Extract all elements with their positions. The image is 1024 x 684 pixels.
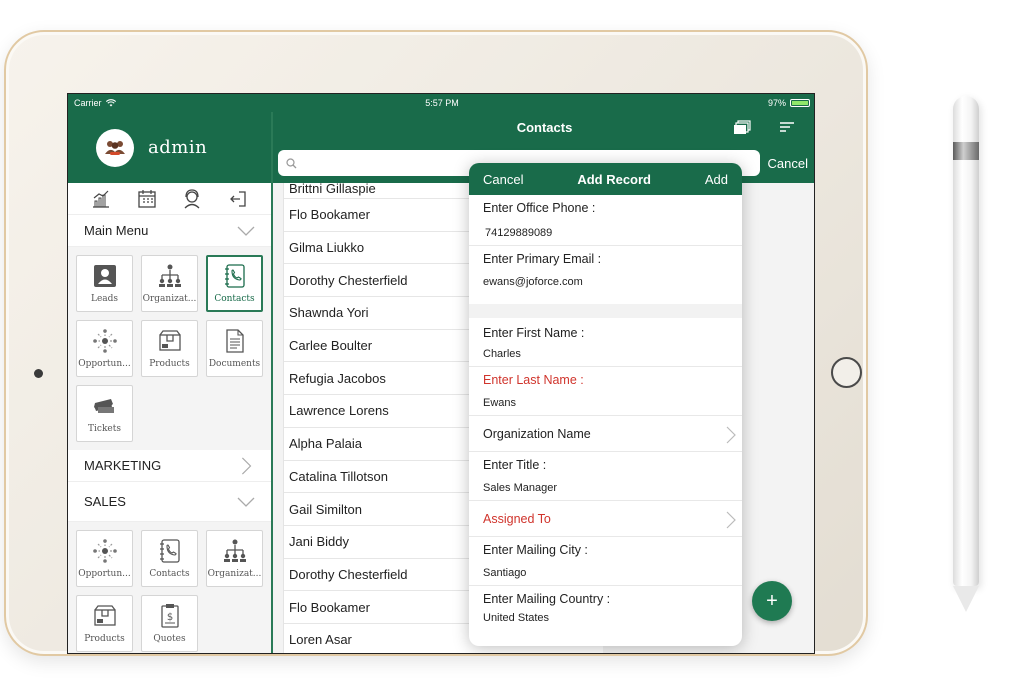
modal-add-button[interactable]: Add [705, 172, 728, 187]
modal-title: Add Record [577, 171, 651, 187]
mailing-city-field[interactable]: Enter Mailing City : Santiago [469, 537, 742, 586]
org-chart-icon [158, 264, 181, 287]
quotes-icon: $ [160, 604, 179, 628]
opportunity-icon [92, 329, 117, 353]
mailing-city-label: Enter Mailing City : [483, 543, 588, 557]
main-menu-label: Main Menu [84, 223, 149, 238]
last-name-field[interactable]: Enter Last Name : Ewans [469, 367, 742, 416]
organization-name-label: Organization Name [483, 426, 591, 441]
logout-icon[interactable] [228, 189, 248, 209]
battery-percent: 97% [767, 98, 786, 108]
tile-opportunities[interactable]: Opportun... [76, 320, 133, 377]
calendar-icon[interactable] [137, 189, 157, 209]
camera [34, 369, 43, 378]
primary-email-label: Enter Primary Email : [483, 252, 602, 266]
cards-icon[interactable] [733, 118, 751, 136]
sort-icon[interactable] [778, 118, 796, 136]
home-button[interactable] [831, 357, 862, 388]
modal-header: Cancel Add Record Add [469, 163, 742, 195]
title-label: Enter Title : [483, 458, 547, 472]
tile-sales-products[interactable]: Products [76, 595, 133, 652]
ipad-screen: Carrier 5:57 PM 97% admin Main Menu Lead… [67, 93, 815, 654]
opportunity-icon [92, 539, 117, 563]
sales-label: SALES [84, 494, 126, 509]
quick-actions [68, 183, 271, 215]
first-name-field[interactable]: Enter First Name : Charles [469, 318, 742, 367]
modal-cancel-button[interactable]: Cancel [483, 172, 523, 187]
search-icon [286, 157, 297, 168]
tile-sales-organizations[interactable]: Organizat... [206, 530, 263, 587]
org-chart-icon [223, 539, 246, 562]
search-cancel-button[interactable]: Cancel [768, 156, 808, 171]
wifi-icon [105, 99, 116, 107]
stylus-band [953, 142, 979, 160]
status-bar: Carrier 5:57 PM 97% [68, 94, 814, 112]
ipad-frame: Carrier 5:57 PM 97% admin Main Menu Lead… [4, 30, 868, 656]
title-field[interactable]: Enter Title : Sales Manager [469, 452, 742, 501]
main-menu-header[interactable]: Main Menu [68, 215, 271, 247]
tile-leads[interactable]: Leads [76, 255, 133, 312]
carrier-label: Carrier [74, 98, 102, 108]
tile-sales-contacts[interactable]: Contacts [141, 530, 198, 587]
add-fab-button[interactable]: + [752, 581, 792, 621]
tickets-icon [93, 399, 114, 413]
add-record-modal: Cancel Add Record Add Enter Office Phone… [469, 163, 742, 646]
sidebar: admin Main Menu Leads Organizat... Conta… [68, 112, 273, 653]
contacts-icon [224, 264, 245, 288]
products-icon [158, 330, 181, 351]
last-name-label: Enter Last Name : [483, 373, 584, 387]
tile-contacts[interactable]: Contacts [206, 255, 263, 312]
battery-icon [790, 99, 810, 107]
primary-email-value[interactable]: ewans@joforce.com [483, 276, 728, 288]
assigned-to-label: Assigned To [483, 511, 551, 526]
chevron-right-icon [726, 426, 736, 444]
marketing-label: MARKETING [84, 458, 162, 473]
chevron-right-icon [241, 456, 252, 475]
chevron-down-icon [237, 497, 255, 507]
mailing-country-label: Enter Mailing Country : [483, 592, 611, 606]
avatar[interactable] [96, 128, 134, 167]
documents-icon [225, 329, 244, 353]
tile-products[interactable]: Products [141, 320, 198, 377]
last-name-value[interactable]: Ewans [483, 397, 728, 409]
lead-icon [93, 265, 116, 287]
chart-icon[interactable] [91, 189, 111, 209]
organization-name-field[interactable]: Organization Name [469, 416, 742, 452]
first-name-value[interactable]: Charles [483, 348, 728, 360]
marketing-section[interactable]: MARKETING [68, 450, 271, 482]
stylus-tip [953, 586, 979, 612]
office-phone-value[interactable]: 74129889089 [483, 227, 728, 239]
tile-tickets[interactable]: Tickets [76, 385, 133, 442]
sales-section[interactable]: SALES [68, 482, 271, 522]
support-icon[interactable] [182, 188, 202, 209]
main-menu-grid: Leads Organizat... Contacts Opportun... … [68, 247, 271, 450]
first-name-label: Enter First Name : [483, 326, 585, 340]
tile-organizations[interactable]: Organizat... [141, 255, 198, 312]
svg-text:$: $ [166, 612, 172, 623]
mailing-country-value[interactable]: United States [483, 612, 728, 624]
tile-documents[interactable]: Documents [206, 320, 263, 377]
user-group-icon [105, 140, 125, 155]
primary-email-field[interactable]: Enter Primary Email : ewans@joforce.com [469, 246, 742, 304]
products-icon [93, 605, 116, 626]
sales-grid: Opportun... Contacts Organizat... Produc… [68, 522, 271, 653]
mailing-city-value[interactable]: Santiago [483, 567, 728, 579]
title-value[interactable]: Sales Manager [483, 482, 728, 494]
mailing-country-field[interactable]: Enter Mailing Country : United States [469, 586, 742, 630]
contacts-icon [159, 539, 180, 563]
user-name: admin [148, 137, 208, 158]
tile-sales-quotes[interactable]: $ Quotes [141, 595, 198, 652]
stylus-pencil [953, 96, 979, 586]
assigned-to-field[interactable]: Assigned To [469, 501, 742, 537]
tile-sales-opportunities[interactable]: Opportun... [76, 530, 133, 587]
section-divider [469, 304, 742, 318]
office-phone-field[interactable]: Enter Office Phone : 74129889089 [469, 195, 742, 246]
office-phone-label: Enter Office Phone : [483, 201, 596, 215]
sidebar-header: admin [68, 112, 271, 183]
chevron-right-icon [726, 511, 736, 529]
chevron-down-icon [237, 226, 255, 236]
